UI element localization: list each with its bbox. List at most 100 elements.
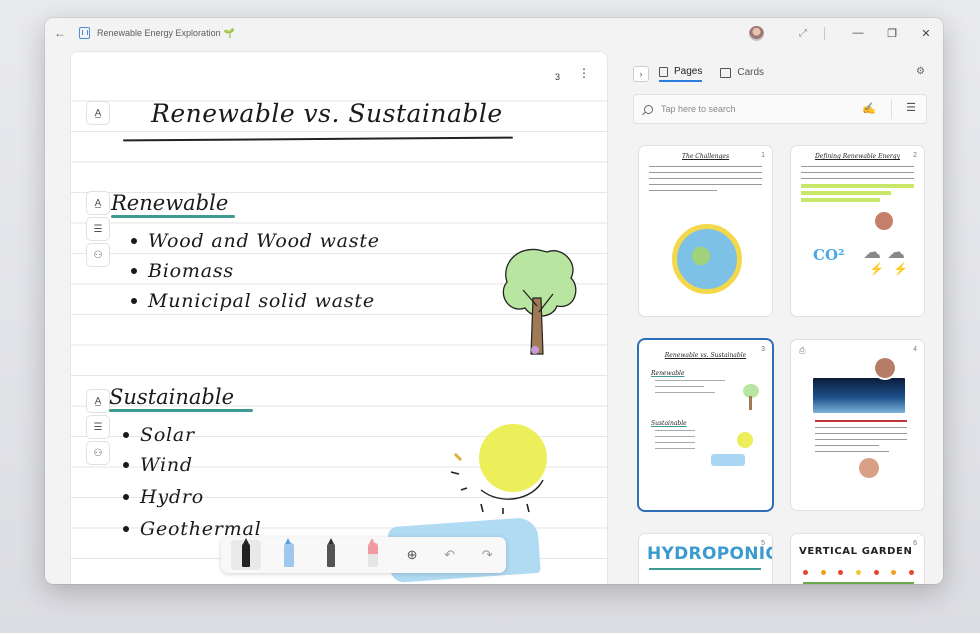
tree-mini-trunk [749, 396, 752, 410]
earth-photo [813, 378, 905, 413]
search-divider [891, 99, 892, 119]
bullet-dot [123, 526, 129, 532]
thumbnail-number: 4 [913, 346, 917, 353]
heading-underline [111, 215, 235, 218]
thumbnail-subheading: Renewable [651, 370, 685, 377]
bullet-dot [131, 298, 137, 304]
bullet-dot [123, 462, 129, 468]
close-button[interactable]: ✕ [909, 27, 943, 40]
search-box[interactable]: ✍ ☰ [633, 94, 927, 124]
section-heading-renewable: Renewable [111, 191, 229, 215]
add-icon[interactable]: ⊕ [393, 547, 431, 563]
list-item: Municipal solid waste [131, 290, 375, 312]
text-format-icon[interactable]: A̲ [87, 390, 109, 412]
bullet-dot [131, 238, 137, 244]
back-arrow-icon[interactable]: ← [47, 26, 73, 40]
pages-icon [659, 66, 668, 77]
user-avatar[interactable] [749, 25, 764, 41]
list-item-text: Wind [140, 454, 193, 476]
tab-cards-label: Cards [737, 67, 765, 78]
seedling-icon: 🌱 [223, 27, 235, 38]
list-item: Biomass [131, 260, 234, 282]
title-underline [122, 136, 514, 142]
text-format-icon[interactable]: A̲ [87, 102, 109, 124]
sun-mini-icon [737, 432, 753, 448]
notebook-icon [79, 27, 90, 39]
tab-pages[interactable]: Pages [659, 66, 703, 82]
thumbnail-title: VERTICAL GARDEN [799, 546, 913, 557]
thumbnail-text-lines [815, 420, 907, 457]
search-icon [644, 104, 653, 114]
page-thumbnail-6[interactable]: 6 VERTICAL GARDEN [791, 534, 924, 584]
restore-button[interactable]: ❐ [875, 27, 909, 40]
title-side-tools: A̲ [87, 102, 109, 128]
list-item-text: Biomass [148, 260, 234, 282]
page-thumbnail-4[interactable]: 4 ⎙ [791, 340, 924, 510]
shapes-icon[interactable]: ⚇ [87, 244, 109, 266]
title-divider [824, 26, 825, 40]
thumbnail-subheading: Sustainable [651, 420, 687, 427]
page-thumbnail-5[interactable]: 5 HYDROPONICS [639, 534, 772, 584]
thumbnail-text-lines [801, 166, 914, 205]
ink-search-icon[interactable]: ✍ [862, 102, 876, 115]
thumbnail-title: HYDROPONICS [647, 544, 772, 564]
app-window: ← Renewable Energy Exploration 🌱 ⤢ — ❐ ✕… [45, 18, 943, 584]
list-icon[interactable]: ☰ [87, 416, 109, 438]
section-heading-sustainable: Sustainable [109, 385, 234, 409]
sticker-avatar [875, 212, 893, 230]
title-underline [649, 568, 761, 570]
page-thumbnail-3[interactable]: 3 Renewable vs. Sustainable Renewable Su… [639, 340, 772, 510]
tab-pages-label: Pages [674, 66, 703, 77]
list-item-text: Hydro [140, 486, 204, 508]
heading-underline [109, 409, 253, 412]
globe-doodle [672, 224, 742, 294]
thumbnail-title: Defining Renewable Energy [814, 153, 901, 160]
undo-icon[interactable]: ↶ [431, 547, 469, 563]
thumbnail-title: Renewable vs. Sustainable [664, 352, 747, 359]
thumbnail-number: 6 [913, 540, 917, 547]
cards-icon [720, 67, 732, 78]
search-input[interactable] [661, 104, 861, 114]
storm-cloud-icon: ☁ [863, 242, 881, 262]
more-options-icon[interactable]: ⋮ [578, 67, 590, 79]
bullet-dot [131, 268, 137, 274]
sticker-avatar [875, 358, 895, 378]
tab-cards[interactable]: Cards [720, 67, 764, 81]
note-canvas[interactable]: 3 ⋮ A̲ A̲ ☰ ⚇ A̲ ☰ ⚇ Renewable vs. Susta… [71, 52, 607, 584]
fullscreen-icon[interactable]: ⤢ [786, 28, 820, 39]
page-thumbnail-1[interactable]: 1 The Challenges [639, 146, 772, 316]
eraser-icon [367, 538, 378, 567]
collapse-panel-button[interactable]: › [633, 66, 649, 82]
highlighter-icon [284, 538, 295, 567]
title-bar: ← Renewable Energy Exploration 🌱 ⤢ — ❐ ✕ [45, 18, 943, 48]
highlighter-tool[interactable] [269, 538, 311, 570]
eraser-tool[interactable] [352, 538, 394, 570]
water-mini-swash [711, 454, 745, 466]
list-item: Hydro [123, 486, 204, 508]
text-format-icon[interactable]: A̲ [87, 192, 109, 214]
list-item: Wood and Wood waste [131, 230, 380, 252]
ballpoint-pen-icon [241, 538, 250, 567]
lightning-icon: ⚡ [893, 262, 908, 276]
ballpoint-pen-tool[interactable] [231, 538, 261, 570]
list-item-text: Solar [140, 424, 195, 446]
thumbnail-text-lines [649, 166, 762, 196]
list-icon[interactable]: ☰ [87, 218, 109, 240]
minimize-button[interactable]: — [841, 27, 875, 39]
page-title: Renewable vs. Sustainable [151, 99, 503, 128]
list-item-text: Municipal solid waste [148, 290, 375, 312]
page-thumbnail-2[interactable]: 2 Defining Renewable Energy CO² ☁ ☁ ⚡ ⚡ [791, 146, 924, 316]
lightning-icon: ⚡ [869, 262, 884, 276]
filter-icon[interactable]: ☰ [906, 101, 916, 114]
storm-cloud-icon: ☁ [887, 242, 905, 262]
pencil-icon [326, 538, 335, 567]
pages-panel: › Pages Cards ⚙ ✍ ☰ 1 The Challenges [619, 52, 943, 584]
list-item: Solar [123, 424, 195, 446]
co2-annotation: CO² [813, 246, 845, 264]
settings-sliders-icon[interactable]: ⚙ [916, 66, 925, 77]
bullet-dot [123, 432, 129, 438]
pencil-tool[interactable] [310, 538, 352, 570]
shapes-icon[interactable]: ⚇ [87, 442, 109, 464]
bullet-dot [123, 494, 129, 500]
redo-icon[interactable]: ↷ [468, 547, 506, 563]
